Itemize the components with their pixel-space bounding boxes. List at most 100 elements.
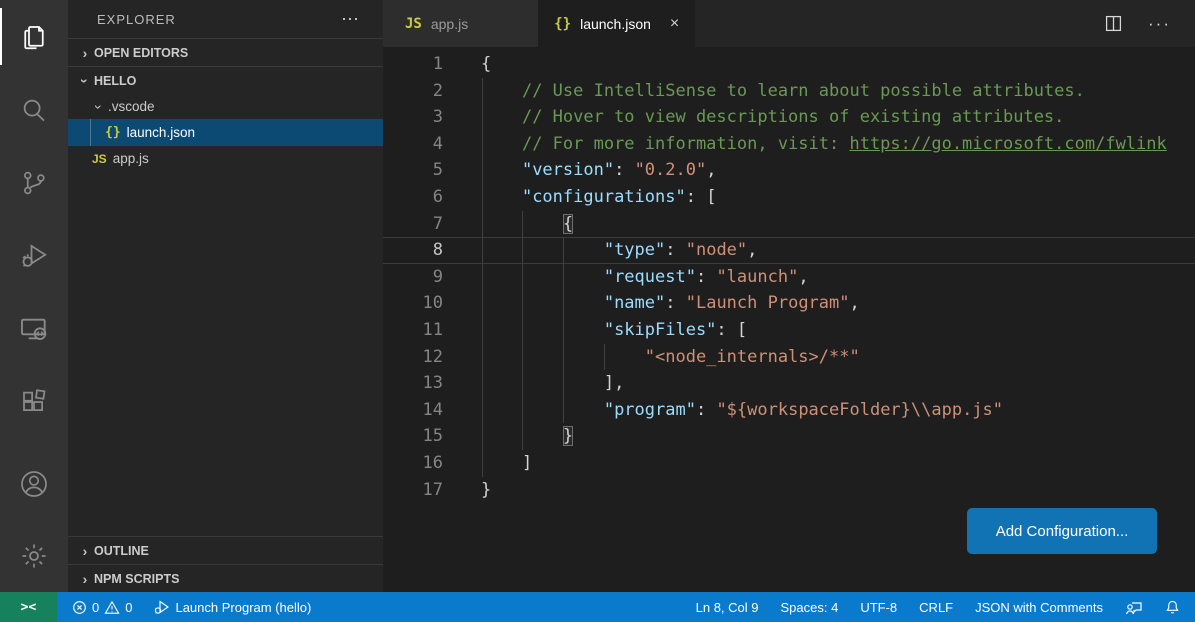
- activity-bar: [0, 0, 68, 592]
- code-editor[interactable]: 1{2 // Use IntelliSense to learn about p…: [383, 47, 1195, 592]
- indentation-label: Spaces: 4: [781, 600, 839, 615]
- code-line-5[interactable]: 5 "version": "0.2.0",: [383, 157, 1195, 184]
- add-configuration-button[interactable]: Add Configuration...: [967, 508, 1157, 554]
- line-number: 6: [383, 184, 443, 211]
- more-actions-icon[interactable]: ···: [1148, 20, 1171, 28]
- code-text: // Use IntelliSense to learn about possi…: [443, 78, 1085, 105]
- tab-bar: JS app.js {} launch.json × ···: [383, 0, 1195, 47]
- chevron-right-icon: ›: [76, 45, 94, 61]
- files-icon: [19, 22, 49, 52]
- line-number: 11: [383, 317, 443, 344]
- indent-guide: [482, 78, 483, 477]
- tab-label: app.js: [431, 16, 468, 32]
- tree-item-launch-json[interactable]: {} launch.json: [68, 119, 383, 146]
- eol-label: CRLF: [919, 600, 953, 615]
- feedback-button[interactable]: [1116, 592, 1152, 622]
- code-text: "skipFiles": [: [443, 317, 747, 344]
- cursor-position-label: Ln 8, Col 9: [696, 600, 759, 615]
- code-line-6[interactable]: 6 "configurations": [: [383, 184, 1195, 211]
- code-line-9[interactable]: 9 "request": "launch",: [383, 264, 1195, 291]
- sidebar-title: EXPLORER: [97, 12, 176, 27]
- extensions-icon[interactable]: [0, 365, 68, 438]
- code-line-3[interactable]: 3 // Hover to view descriptions of exist…: [383, 104, 1195, 131]
- run-and-debug-icon[interactable]: [0, 219, 68, 292]
- indentation-setting[interactable]: Spaces: 4: [772, 592, 848, 622]
- chevron-down-icon: ›: [77, 72, 93, 90]
- eol-setting[interactable]: CRLF: [910, 592, 962, 622]
- explorer-icon[interactable]: [0, 0, 68, 73]
- notifications-button[interactable]: [1156, 592, 1189, 622]
- code-line-11[interactable]: 11 "skipFiles": [: [383, 317, 1195, 344]
- folder-section-hello[interactable]: › HELLO: [68, 66, 383, 94]
- js-file-icon: JS: [405, 16, 422, 32]
- code-line-17[interactable]: 17}: [383, 477, 1195, 504]
- tab-label: launch.json: [580, 16, 651, 32]
- language-mode[interactable]: JSON with Comments: [966, 592, 1112, 622]
- chevron-down-icon: ›: [91, 98, 107, 116]
- warning-icon: [104, 600, 120, 615]
- code-line-13[interactable]: 13 ],: [383, 370, 1195, 397]
- outline-label: OUTLINE: [94, 544, 149, 558]
- code-text: "<node_internals>/**": [443, 344, 860, 371]
- tree-item-label: .vscode: [108, 99, 155, 114]
- tab-launch-json[interactable]: {} launch.json ×: [538, 0, 695, 47]
- open-editors-section[interactable]: › OPEN EDITORS: [68, 38, 383, 66]
- line-number: 2: [383, 78, 443, 105]
- close-icon[interactable]: ×: [670, 16, 679, 32]
- debug-target-label: Launch Program (hello): [175, 600, 311, 615]
- npm-scripts-label: NPM SCRIPTS: [94, 572, 179, 586]
- code-line-14[interactable]: 14 "program": "${workspaceFolder}\\app.j…: [383, 397, 1195, 424]
- source-control-icon[interactable]: [0, 146, 68, 219]
- json-file-icon: {}: [554, 16, 571, 32]
- code-line-7[interactable]: 7 {: [383, 211, 1195, 238]
- bell-icon: [1165, 599, 1180, 615]
- code-text: // Hover to view descriptions of existin…: [443, 104, 1064, 131]
- code-line-16[interactable]: 16 ]: [383, 450, 1195, 477]
- split-editor-icon[interactable]: [1105, 15, 1122, 32]
- code-line-4[interactable]: 4 // For more information, visit: https:…: [383, 131, 1195, 158]
- line-number: 5: [383, 157, 443, 184]
- accounts-icon[interactable]: [0, 448, 68, 520]
- code-text: // For more information, visit: https://…: [443, 131, 1167, 158]
- code-text: }: [443, 423, 573, 450]
- line-number: 4: [383, 131, 443, 158]
- line-number: 1: [383, 51, 443, 78]
- sidebar-more-actions-icon[interactable]: ⋯: [341, 14, 361, 24]
- code-line-1[interactable]: 1{: [383, 51, 1195, 78]
- code-line-15[interactable]: 15 }: [383, 423, 1195, 450]
- line-number: 3: [383, 104, 443, 131]
- npm-scripts-section[interactable]: › NPM SCRIPTS: [68, 564, 383, 592]
- code-line-10[interactable]: 10 "name": "Launch Program",: [383, 290, 1195, 317]
- tree-item-label: launch.json: [127, 125, 195, 140]
- explorer-sidebar: EXPLORER ⋯ › OPEN EDITORS › HELLO › .vsc…: [68, 0, 383, 592]
- error-count: 0: [92, 600, 99, 615]
- code-line-2[interactable]: 2 // Use IntelliSense to learn about pos…: [383, 78, 1195, 105]
- line-number: 7: [383, 211, 443, 238]
- code-line-12[interactable]: 12 "<node_internals>/**": [383, 344, 1195, 371]
- tree-item-app-js[interactable]: JS app.js: [68, 146, 383, 171]
- code-text: ],: [443, 370, 624, 397]
- cursor-position[interactable]: Ln 8, Col 9: [687, 592, 768, 622]
- search-icon[interactable]: [0, 73, 68, 146]
- error-icon: [72, 600, 87, 615]
- indent-guide: [563, 237, 564, 423]
- status-bar: >< 0 0 Launch Program (hello): [0, 592, 1195, 622]
- outline-section[interactable]: › OUTLINE: [68, 536, 383, 564]
- main-area: EXPLORER ⋯ › OPEN EDITORS › HELLO › .vsc…: [0, 0, 1195, 592]
- tab-app-js[interactable]: JS app.js: [383, 0, 538, 47]
- code-line-8[interactable]: 8 "type": "node",: [383, 237, 1195, 264]
- code-text: "program": "${workspaceFolder}\\app.js": [443, 397, 1003, 424]
- line-number: 12: [383, 344, 443, 371]
- code-text: "version": "0.2.0",: [443, 157, 716, 184]
- tree-item-vscode[interactable]: › .vscode: [68, 94, 383, 119]
- problems-indicator[interactable]: 0 0: [63, 592, 141, 622]
- encoding-setting[interactable]: UTF-8: [851, 592, 906, 622]
- settings-gear-icon[interactable]: [0, 520, 68, 592]
- folder-name-label: HELLO: [94, 74, 136, 88]
- remote-explorer-icon[interactable]: [0, 292, 68, 365]
- vscode-window: EXPLORER ⋯ › OPEN EDITORS › HELLO › .vsc…: [0, 0, 1195, 622]
- json-file-icon: {}: [105, 125, 121, 140]
- debug-launch-status[interactable]: Launch Program (hello): [145, 592, 320, 622]
- remote-indicator[interactable]: ><: [0, 592, 57, 622]
- open-editors-label: OPEN EDITORS: [94, 46, 188, 60]
